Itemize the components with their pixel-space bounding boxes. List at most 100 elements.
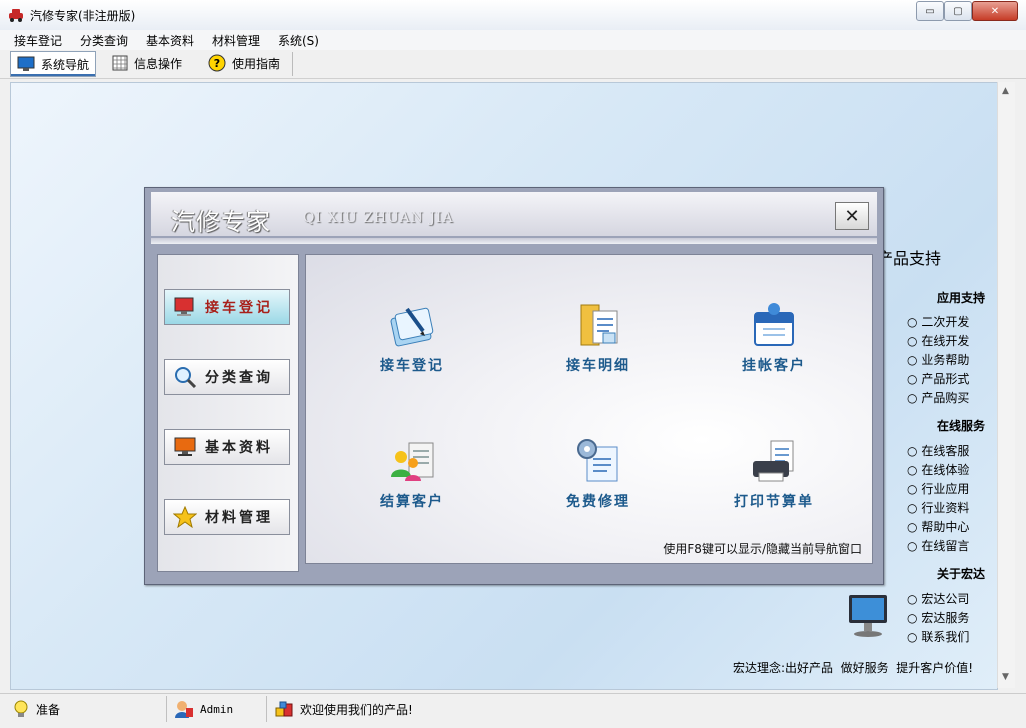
link-service[interactable]: ○ 宏达服务 [907, 609, 969, 628]
section-heading-about: 关于宏达 [937, 567, 986, 581]
display-icon [174, 437, 196, 456]
navigation-dialog: 汽修专家 QI XIU ZHUAN JIA ✕ 接车登记 分类查询 基本资料 材… [144, 187, 884, 585]
close-window-button[interactable]: ✕ [972, 1, 1018, 21]
nav-query-label: 分类查询 [205, 370, 273, 386]
desktop-monitor-icon [849, 595, 887, 637]
help-icon: ? [208, 54, 226, 72]
nav-materials-label: 材料管理 [205, 510, 273, 526]
status-bar: 准备 Admin 欢迎使用我们的产品! [0, 693, 1026, 728]
link-online-trial[interactable]: ○ 在线体验 [907, 461, 969, 480]
status-welcome: 欢迎使用我们的产品! [274, 700, 413, 718]
link-industry-app[interactable]: ○ 行业应用 [907, 480, 969, 499]
link-product-form[interactable]: ○ 产品形式 [907, 370, 969, 389]
users-icon [391, 442, 434, 481]
func-register-detail-label: 接车明细 [566, 358, 630, 374]
func-credit-customers-label: 挂帐客户 [742, 358, 806, 374]
title-bar: 汽修专家(非注册版) ▭ ▢ ✕ [0, 0, 1026, 31]
menu-system[interactable]: 系统(S) [278, 32, 319, 49]
status-user: Admin [174, 700, 233, 718]
app-support-links: ○ 二次开发 ○ 在线开发 ○ 业务帮助 ○ 产品形式 ○ 产品购买 [907, 313, 969, 408]
nav-basic-data[interactable]: 基本资料 [164, 429, 290, 465]
func-register-label: 接车登记 [380, 358, 444, 374]
menu-basic-data[interactable]: 基本资料 [146, 32, 194, 49]
dialog-title-en: QI XIU ZHUAN JIA [303, 210, 454, 226]
calendar-icon [754, 303, 794, 346]
func-print-settlement-label: 打印节算单 [734, 494, 814, 510]
star-icon [173, 506, 197, 528]
dialog-function-panel: 接车登记 接车明细 挂帐客户 结算客户 免费修理 打印节算单 使用F8键可以显示… [305, 254, 873, 564]
slogan-text: 宏达理念:出好产品 做好服务 提升客户价值! [733, 661, 974, 675]
tab-user-guide[interactable]: ? 使用指南 [202, 51, 286, 75]
about-links: ○ 宏达公司 ○ 宏达服务 ○ 联系我们 [907, 590, 969, 647]
dialog-header-stripe [151, 238, 877, 244]
nav-query[interactable]: 分类查询 [164, 359, 290, 395]
link-online-message[interactable]: ○ 在线留言 [907, 537, 969, 556]
func-print-settlement[interactable]: 打印节算单 [704, 437, 844, 547]
vertical-scrollbar[interactable]: ▲ ▼ [997, 82, 1015, 688]
link-product-purchase[interactable]: ○ 产品购买 [907, 389, 969, 408]
user-icon [175, 701, 193, 718]
tab-info-ops-label: 信息操作 [134, 56, 183, 71]
status-user-text: Admin [200, 702, 234, 716]
grid-icon [112, 55, 128, 71]
tab-system-nav[interactable]: 系统导航 [10, 51, 97, 77]
link-contact[interactable]: ○ 联系我们 [907, 628, 969, 647]
scroll-down-arrow-icon[interactable]: ▼ [1002, 672, 1009, 682]
computer-icon [174, 297, 194, 316]
toolbar-divider [292, 52, 293, 76]
link-industry-docs[interactable]: ○ 行业资料 [907, 499, 969, 518]
monitor-icon [17, 56, 35, 71]
link-online-cs[interactable]: ○ 在线客服 [907, 442, 969, 461]
status-separator [166, 696, 167, 722]
status-separator [266, 696, 267, 722]
tab-info-ops[interactable]: 信息操作 [106, 51, 188, 75]
func-free-repair-label: 免费修理 [566, 494, 630, 510]
tab-user-guide-label: 使用指南 [232, 56, 281, 71]
link-company[interactable]: ○ 宏达公司 [907, 590, 969, 609]
window-title: 汽修专家(非注册版) [30, 9, 136, 23]
nav-register-label: 接车登记 [205, 300, 273, 316]
scroll-up-arrow-icon[interactable]: ▲ [1002, 86, 1009, 96]
nav-basic-data-label: 基本资料 [205, 440, 273, 456]
func-free-repair[interactable]: 免费修理 [528, 437, 668, 547]
register-icon [390, 307, 434, 347]
menu-bar: 接车登记 分类查询 基本资料 材料管理 系统(S) [0, 30, 1026, 50]
minimize-button[interactable]: ▭ [916, 1, 944, 21]
dialog-hint-text: 使用F8键可以显示/隐藏当前导航窗口 [663, 542, 862, 556]
link-online-dev[interactable]: ○ 在线开发 [907, 332, 969, 351]
link-secondary-dev[interactable]: ○ 二次开发 [907, 313, 969, 332]
app-car-icon [9, 9, 23, 22]
products-icon [275, 701, 293, 717]
menu-register[interactable]: 接车登记 [14, 32, 62, 49]
maximize-button[interactable]: ▢ [944, 1, 972, 21]
status-welcome-text: 欢迎使用我们的产品! [300, 702, 413, 717]
svg-text:?: ? [214, 57, 220, 70]
func-settle-customers[interactable]: 结算客户 [342, 437, 482, 547]
dialog-header: 汽修专家 QI XIU ZHUAN JIA ✕ [151, 192, 877, 236]
status-ready: 准备 [12, 700, 60, 718]
func-credit-customers[interactable]: 挂帐客户 [704, 301, 844, 411]
nav-register[interactable]: 接车登记 [164, 289, 290, 325]
dialog-title: 汽修专家 [171, 208, 271, 236]
folder-detail-icon [580, 304, 618, 346]
menu-materials[interactable]: 材料管理 [212, 32, 260, 49]
menu-query[interactable]: 分类查询 [80, 32, 128, 49]
online-service-links: ○ 在线客服 ○ 在线体验 ○ 行业应用 ○ 行业资料 ○ 帮助中心 ○ 在线留… [907, 442, 969, 556]
dialog-nav-sidebar: 接车登记 分类查询 基本资料 材料管理 [157, 254, 299, 572]
support-panel-title: 产品支持 [877, 249, 942, 268]
func-register[interactable]: 接车登记 [342, 301, 482, 411]
printer-icon [753, 440, 794, 482]
bulb-icon [14, 700, 28, 717]
magnifier-icon [175, 367, 197, 388]
dialog-close-button[interactable]: ✕ [835, 202, 869, 230]
toolbar: 系统导航 信息操作 ? 使用指南 [0, 50, 1026, 79]
section-heading-app-support: 应用支持 [937, 291, 986, 305]
tab-system-nav-label: 系统导航 [41, 57, 90, 72]
status-ready-text: 准备 [36, 702, 61, 717]
nav-materials[interactable]: 材料管理 [164, 499, 290, 535]
link-help-center[interactable]: ○ 帮助中心 [907, 518, 969, 537]
section-heading-online-service: 在线服务 [937, 419, 986, 433]
link-business-help[interactable]: ○ 业务帮助 [907, 351, 969, 370]
func-register-detail[interactable]: 接车明细 [528, 301, 668, 411]
func-settle-customers-label: 结算客户 [380, 494, 444, 510]
